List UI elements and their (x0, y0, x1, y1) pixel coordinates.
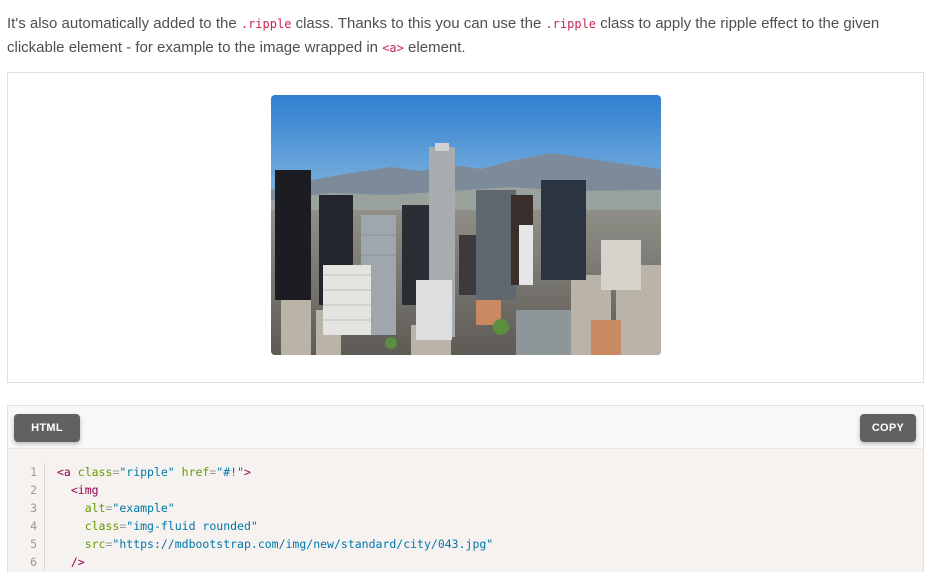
line-number-gutter: 1 2 3 4 5 6 (8, 463, 45, 571)
code-line: alt="example" (57, 499, 493, 517)
code-token-tag: <img (70, 483, 99, 497)
code-token-attr: class (84, 519, 120, 533)
code-token-value: "#!" (216, 465, 244, 479)
inline-code-ripple-2: .ripple (545, 17, 597, 31)
line-number: 4 (30, 519, 37, 533)
ripple-image-link[interactable] (271, 95, 661, 355)
demo-preview (7, 72, 924, 383)
city-skyline-image (271, 95, 661, 355)
code-token-value: "example" (112, 501, 175, 515)
code-toolbar: HTML COPY (8, 406, 923, 449)
code-line: /> (57, 553, 493, 571)
code-token-tag: > (244, 465, 251, 479)
intro-paragraph: It's also automatically added to the .ri… (7, 12, 922, 60)
line-number: 2 (30, 483, 37, 497)
code-token-value: "https://mdbootstrap.com/img/new/standar… (112, 537, 494, 551)
inline-code-anchor: <a> (382, 41, 404, 55)
code-token-attr: alt (84, 501, 106, 515)
line-number: 6 (30, 555, 37, 569)
code-line: src="https://mdbootstrap.com/img/new/sta… (57, 535, 494, 553)
code-token-value: "ripple" (119, 465, 175, 479)
code-line: <img (57, 481, 493, 499)
code-token-attr: href (174, 465, 210, 479)
line-number: 3 (30, 501, 37, 515)
inline-code-ripple: .ripple (240, 17, 292, 31)
code-token-value: "img-fluid rounded" (126, 519, 258, 533)
copy-button[interactable]: COPY (860, 414, 916, 442)
line-number: 1 (30, 465, 37, 479)
code-lines: <a class="ripple" href="#!"> <img alt="e… (57, 463, 493, 571)
code-token-attr: src (84, 537, 106, 551)
intro-text-4: element. (403, 39, 466, 56)
html-tab-button[interactable]: HTML (14, 414, 80, 442)
code-token-tag: <a (57, 465, 71, 479)
code-block: 1 2 3 4 5 6 <a class="ripple" href="#!">… (8, 449, 923, 572)
code-line: <a class="ripple" href="#!"> (57, 463, 493, 481)
line-number: 5 (30, 537, 37, 551)
code-line: class="img-fluid rounded" (57, 517, 493, 535)
code-token-tag: /> (70, 555, 85, 569)
intro-text-2: class. Thanks to this you can use the (291, 15, 546, 32)
code-snippet-panel: HTML COPY 1 2 3 4 5 6 <a class="ripple" … (7, 405, 924, 572)
intro-text-1: It's also automatically added to the (7, 15, 241, 32)
code-token-attr: class (70, 465, 113, 479)
